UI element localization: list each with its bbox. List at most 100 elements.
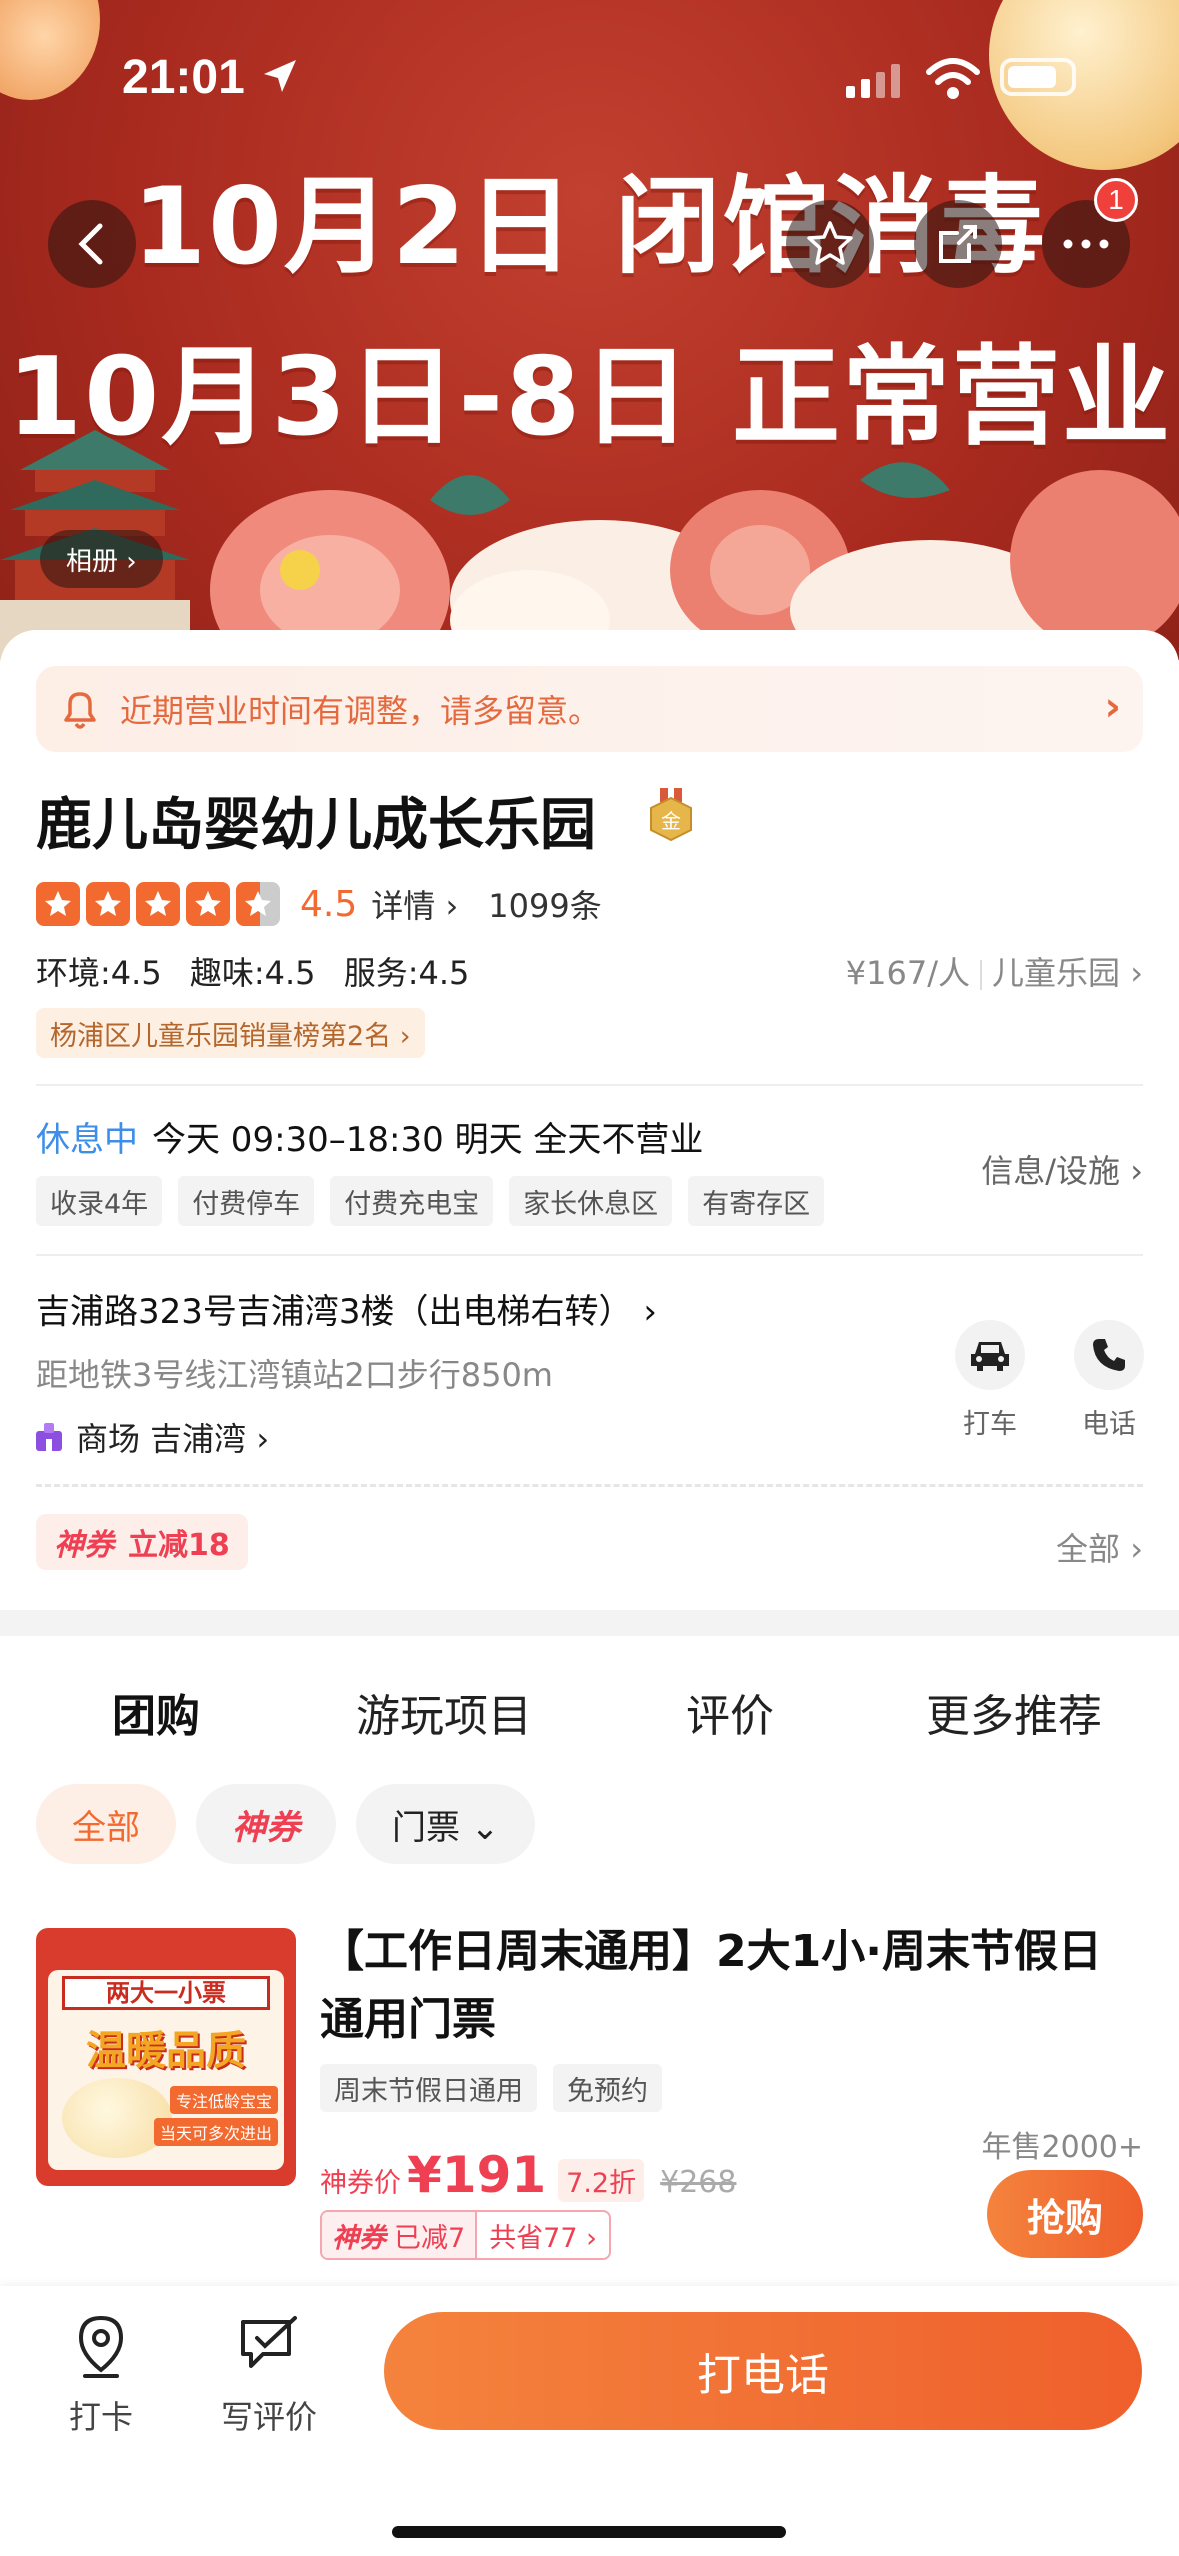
facility-tag: 付费停车 (178, 1176, 315, 1226)
banner-line-2: 10月3日-8日 正常营业 (6, 335, 1172, 460)
rating-score: 4.5 (300, 883, 358, 925)
deal-tag: 免预约 (553, 2064, 662, 2112)
back-button[interactable] (48, 200, 136, 288)
buy-now-button[interactable]: 抢购 (987, 2170, 1143, 2258)
mall-link[interactable]: 商场 吉浦湾 › (36, 1414, 269, 1460)
facility-tag: 收录4年 (36, 1176, 163, 1226)
svg-text:金: 金 (661, 809, 681, 833)
thumbnail-tag: 专注低龄宝宝 (169, 2086, 278, 2114)
star-icon (36, 882, 80, 926)
checkin-button[interactable]: 打卡 (46, 2314, 156, 2438)
coupon-tag[interactable]: 神券 立减18 (36, 1514, 248, 1570)
share-button[interactable] (914, 200, 1002, 288)
thumbnail-tag: 当天可多次进出 (153, 2118, 278, 2146)
coupon-discount: 立减18 (128, 1528, 230, 1563)
open-status: 休息中 (36, 1120, 138, 1160)
facility-tag: 付费充电宝 (330, 1176, 494, 1226)
deal-thumbnail[interactable]: 两大一小票 温暖品质 专注低龄宝宝 当天可多次进出 (36, 1928, 296, 2186)
deal-tags: 周末节假日通用 免预约 (320, 2064, 678, 2112)
favorite-button[interactable] (786, 200, 874, 288)
savings-tag[interactable]: 神券 已减7 共省77 › (320, 2210, 611, 2260)
tab-play-items[interactable]: 游玩项目 (356, 1680, 532, 1744)
discount-badge: 7.2折 (558, 2159, 645, 2202)
score-service: 服务:4.5 (343, 954, 470, 992)
shen-coupon-label: 神券 (54, 1528, 114, 1563)
more-button[interactable]: 1 (1042, 178, 1138, 288)
ranking-tag[interactable]: 杨浦区儿童乐园销量榜第2名 › (36, 1008, 425, 1058)
info-facilities-link[interactable]: 信息/设施 › (981, 1146, 1143, 1192)
home-indicator (392, 2526, 786, 2538)
address-link[interactable]: 吉浦路323号吉浦湾3楼（出电梯右转） › (36, 1284, 657, 1333)
write-review-icon (241, 2316, 297, 2368)
tab-group-buy[interactable]: 团购 (112, 1680, 200, 1744)
bell-icon (64, 692, 96, 729)
signal-icon (846, 64, 900, 98)
sub-scores: 环境:4.5 趣味:4.5 服务:4.5 (36, 948, 487, 994)
price-category[interactable]: ¥167/人 儿童乐园 › (846, 948, 1143, 994)
facility-tags: 收录4年 付费停车 付费充电宝 家长休息区 有寄存区 (36, 1176, 840, 1226)
score-environment: 环境:4.5 (36, 954, 162, 992)
hours-text: 今天 09:30–18:30 明天 全天不营业 (152, 1120, 704, 1160)
thumbnail-slogan: 温暖品质 (86, 2028, 246, 2074)
business-hours[interactable]: 休息中 今天 09:30–18:30 明天 全天不营业 (36, 1112, 703, 1161)
star-outline-icon (807, 221, 853, 265)
phone-label: 电话 (1082, 1409, 1136, 1440)
section-tabs: 团购 游玩项目 评价 更多推荐 (0, 1680, 1179, 1760)
original-price: ¥268 (660, 2165, 737, 2200)
call-button[interactable]: 打电话 (384, 2312, 1142, 2430)
write-review-label: 写评价 (220, 2398, 317, 2436)
review-count: 1099条 (488, 887, 602, 925)
star-icon (186, 882, 230, 926)
album-button[interactable]: 相册 › (40, 530, 163, 588)
deal-title[interactable]: 【工作日周末通用】2大1小·周末节假日通用门票 (320, 1918, 1140, 2054)
category-link: 儿童乐园 › (992, 954, 1143, 992)
gold-medal-icon: 金 (650, 788, 692, 842)
dashed-divider (36, 1484, 1143, 1487)
taxi-label: 打车 (963, 1409, 1017, 1440)
location-arrow-icon (264, 60, 296, 92)
bottom-action-bar: 打卡 写评价 打电话 (0, 2286, 1179, 2556)
taxi-button[interactable]: 打车 (945, 1320, 1035, 1441)
notice-bar[interactable]: 近期营业时间有调整，请多留意。 › (36, 666, 1143, 752)
annual-sales: 年售2000+ (981, 2130, 1143, 2165)
share-icon (939, 225, 977, 263)
mall-icon (36, 1423, 62, 1451)
tab-reviews[interactable]: 评价 (686, 1680, 774, 1744)
avg-price: ¥167/人 (845, 954, 971, 992)
banner-line-1: 10月2日 闭馆消毒 (132, 165, 1047, 288)
tab-more-recommend[interactable]: 更多推荐 (926, 1680, 1102, 1744)
notice-text: 近期营业时间有调整，请多留意。 (120, 692, 601, 730)
rating-row[interactable]: 4.5 详情 › 1099条 (36, 876, 602, 932)
chevron-left-icon (78, 223, 103, 265)
phone-icon (1093, 1339, 1125, 1371)
filter-chips: 全部 神券 门票 ⌄ (36, 1784, 555, 1864)
phone-button[interactable]: 电话 (1064, 1320, 1154, 1441)
chip-all[interactable]: 全部 (36, 1784, 176, 1864)
shop-name: 鹿儿岛婴幼儿成长乐园 (36, 793, 596, 858)
shop-info-card: 近期营业时间有调整，请多留意。 › 鹿儿岛婴幼儿成长乐园 金 4.5 详情 › … (0, 630, 1179, 1610)
half-star-icon (236, 882, 280, 926)
wifi-icon (926, 58, 980, 99)
thumbnail-title: 两大一小票 (62, 1976, 270, 2010)
car-icon (971, 1342, 1009, 1371)
rating-details-link[interactable]: 详情 › (371, 881, 458, 927)
shen-coupon-label: 神券 (332, 2222, 386, 2254)
coupon-all-link[interactable]: 全部 › (1056, 1524, 1143, 1570)
star-icon (136, 882, 180, 926)
deal-price: ¥191 (407, 2146, 547, 2204)
score-fun: 趣味:4.5 (189, 954, 316, 992)
chip-tickets[interactable]: 门票 ⌄ (356, 1784, 536, 1864)
divider (980, 960, 983, 990)
location-pin-icon (78, 2315, 124, 2378)
divider (36, 1084, 1143, 1086)
facility-tag: 家长休息区 (509, 1176, 673, 1226)
chip-shen-coupon[interactable]: 神券 (196, 1784, 336, 1864)
subway-distance: 距地铁3号线江湾镇站2口步行850m (36, 1356, 553, 1394)
write-review-button[interactable]: 写评价 (214, 2314, 324, 2438)
battery-icon (1000, 58, 1076, 96)
status-bar: 21:01 (0, 50, 1179, 120)
price-row: 神券价 ¥191 7.2折 ¥268 (320, 2146, 736, 2204)
total-saved: 共省77 › (475, 2212, 609, 2258)
deal-tag: 周末节假日通用 (320, 2064, 537, 2112)
more-dots-icon (1063, 239, 1109, 249)
